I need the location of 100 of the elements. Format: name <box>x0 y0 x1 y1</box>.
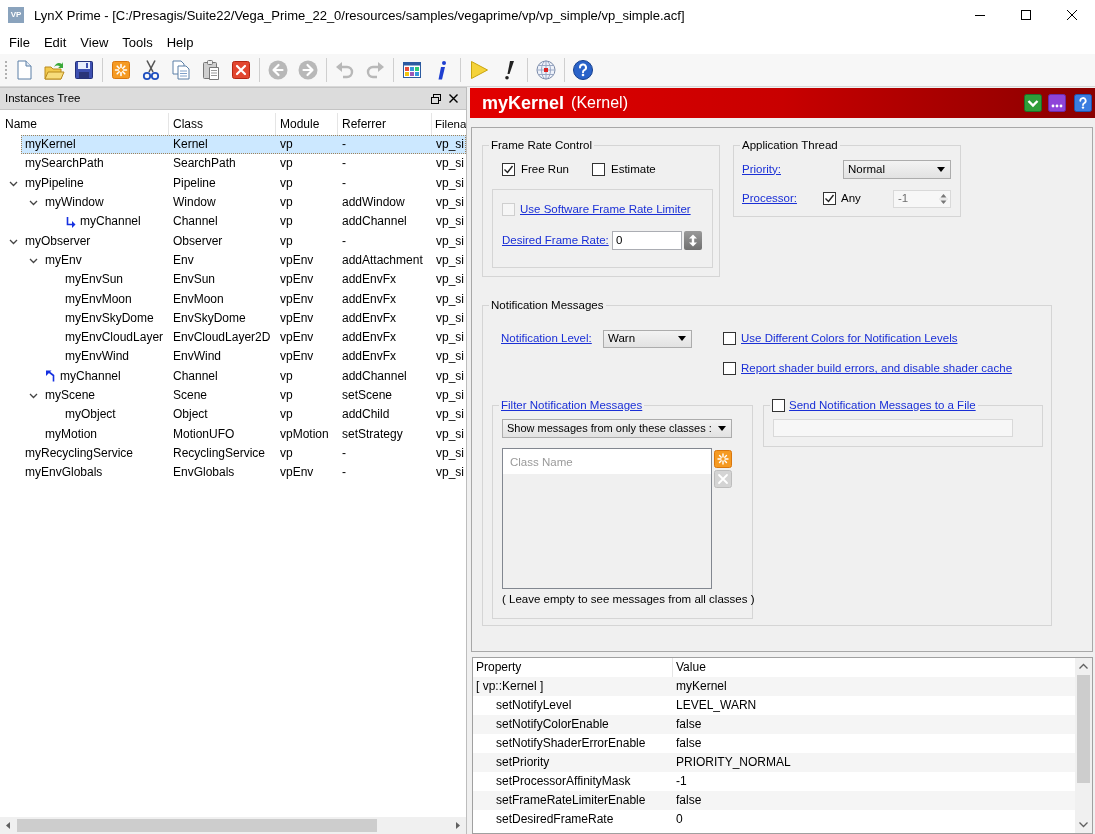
dropdown[interactable]: Warn <box>603 329 692 348</box>
selected-row[interactable]: myKernel Kernel vp - vp_si <box>21 135 466 155</box>
app-logo: VP <box>8 7 24 23</box>
asterisk-tile-icon[interactable] <box>110 59 132 81</box>
module-name: vp <box>280 368 293 384</box>
checkbox[interactable] <box>723 332 736 345</box>
module-name: vpEnv <box>280 349 314 365</box>
input-field[interactable]: 0 <box>612 230 682 250</box>
checkbox[interactable] <box>823 192 836 205</box>
referrer-name: - <box>342 156 346 172</box>
help-icon[interactable] <box>1074 94 1092 112</box>
filename-text: vp_si <box>436 349 464 365</box>
link[interactable]: Desired Frame Rate: <box>502 233 609 246</box>
property-value: LEVEL_WARN <box>676 698 757 712</box>
instance-name: myPipeline <box>25 175 84 191</box>
vertical-scrollbar[interactable] <box>1075 658 1092 833</box>
ellipsis-tile-icon[interactable] <box>1048 94 1066 112</box>
x-tile-icon[interactable] <box>230 59 252 81</box>
class-name: MotionUFO <box>173 426 235 442</box>
group-title: Frame Rate Control <box>490 138 593 153</box>
file-path-field[interactable] <box>773 419 1013 437</box>
link[interactable]: Send Notification Messages to a File <box>789 397 976 413</box>
grip-icon[interactable] <box>4 59 8 81</box>
class-name: EnvCloudLayer2D <box>173 330 271 346</box>
menu-item[interactable]: Help <box>159 34 201 50</box>
instance-name: myChannel <box>80 214 141 230</box>
class-name: Env <box>173 252 194 268</box>
module-name: vp <box>280 175 293 191</box>
referrer-name: setScene <box>342 388 393 403</box>
close-icon[interactable] <box>449 94 458 103</box>
checkbox-label[interactable]: Estimate <box>611 161 656 177</box>
copy-icon[interactable] <box>170 59 192 81</box>
menu-item[interactable]: Tools <box>115 34 160 50</box>
link[interactable]: Notification Level: <box>501 332 592 344</box>
referrer-name: - <box>342 445 346 461</box>
class-name: Scene <box>173 388 208 403</box>
asterisk-tile-icon[interactable] <box>714 450 732 468</box>
checkbox-label[interactable]: Any <box>841 191 861 206</box>
globe-icon[interactable] <box>535 59 557 81</box>
chevron-down-icon[interactable] <box>28 198 38 208</box>
instance-name: myEnv <box>45 252 82 268</box>
spin-button[interactable] <box>684 230 702 250</box>
link[interactable]: Use Different Colors for Notification Levels <box>741 331 958 346</box>
referrer-name: - <box>342 175 346 191</box>
checkbox[interactable] <box>723 362 736 375</box>
checkbox[interactable] <box>772 398 785 412</box>
link[interactable]: Report shader build errors, and disable shader cache <box>741 361 1013 376</box>
chevron-down-tile-icon[interactable] <box>1024 94 1042 112</box>
class-name-field[interactable]: Class Name <box>503 449 711 474</box>
grid-window-icon[interactable] <box>401 59 423 81</box>
caret-icon <box>718 426 726 431</box>
class-name: Channel <box>173 214 218 230</box>
property-name: setProcessorAffinityMask <box>496 774 631 788</box>
horizontal-scrollbar[interactable] <box>0 817 466 834</box>
scrollbar-thumb[interactable] <box>17 819 377 832</box>
module-name: vpEnv <box>280 291 314 307</box>
clipboard-icon[interactable] <box>200 59 222 81</box>
filename-text: vp_si <box>436 137 464 153</box>
dropdown[interactable]: Normal <box>843 159 951 179</box>
referrer-name: addAttachment <box>342 252 423 268</box>
referrer-name: setStrategy <box>342 426 403 442</box>
help-icon[interactable] <box>572 59 594 81</box>
up-down-arrow-icon <box>689 233 697 247</box>
menu-item[interactable]: File <box>2 34 37 50</box>
module-name: vp <box>280 445 293 461</box>
instance-name: myEnvSun <box>65 272 124 288</box>
scissors-icon[interactable] <box>140 59 162 81</box>
referrer-name: addEnvFx <box>342 310 397 326</box>
filename-text: vp_si <box>436 156 464 172</box>
close-icon[interactable] <box>1067 10 1077 20</box>
link[interactable]: Filter Notification Messages <box>501 398 643 411</box>
checkbox[interactable] <box>592 162 605 176</box>
menu-item[interactable]: View <box>73 34 116 50</box>
maximize-icon[interactable] <box>1021 10 1031 20</box>
class-name: EnvSkyDome <box>173 310 246 326</box>
class-list[interactable]: Class Name <box>502 448 712 589</box>
spin-field[interactable]: -1 <box>893 189 951 208</box>
instance-name: myEnvCloudLayer <box>65 330 164 346</box>
caret-icon <box>678 336 686 341</box>
menu-item[interactable]: Edit <box>36 34 74 50</box>
module-name: vp <box>280 156 293 172</box>
instance-name: myKernel <box>25 137 76 153</box>
link[interactable]: Processor: <box>742 192 797 204</box>
class-name: Window <box>173 195 216 211</box>
scrollbar-thumb[interactable] <box>1077 675 1090 783</box>
checkbox-label[interactable]: Free Run <box>521 161 569 177</box>
dropdown[interactable]: Show messages from only these classes : <box>502 419 732 438</box>
column-header[interactable]: Value <box>673 658 1075 677</box>
class-name: EnvSun <box>173 272 216 288</box>
checkbox[interactable] <box>502 162 515 176</box>
spin-arrows-icon[interactable] <box>939 191 948 206</box>
link[interactable]: Priority: <box>742 162 781 175</box>
restore-icon[interactable] <box>431 93 441 104</box>
instance-name: myEnvSkyDome <box>65 310 154 326</box>
instance-name: myRecyclingService <box>25 445 134 461</box>
module-name: vp <box>280 407 293 423</box>
chevron-down-icon[interactable] <box>28 391 38 400</box>
filename-text: vp_si <box>436 291 464 307</box>
window-title: LynX Prime - [C:/Presagis/Suite22/Vega_Prime_22_0/resources/samples/vegaprime/vp/vp_simple/vp_simple.acf] <box>34 7 685 23</box>
module-name: vpEnv <box>280 465 314 481</box>
